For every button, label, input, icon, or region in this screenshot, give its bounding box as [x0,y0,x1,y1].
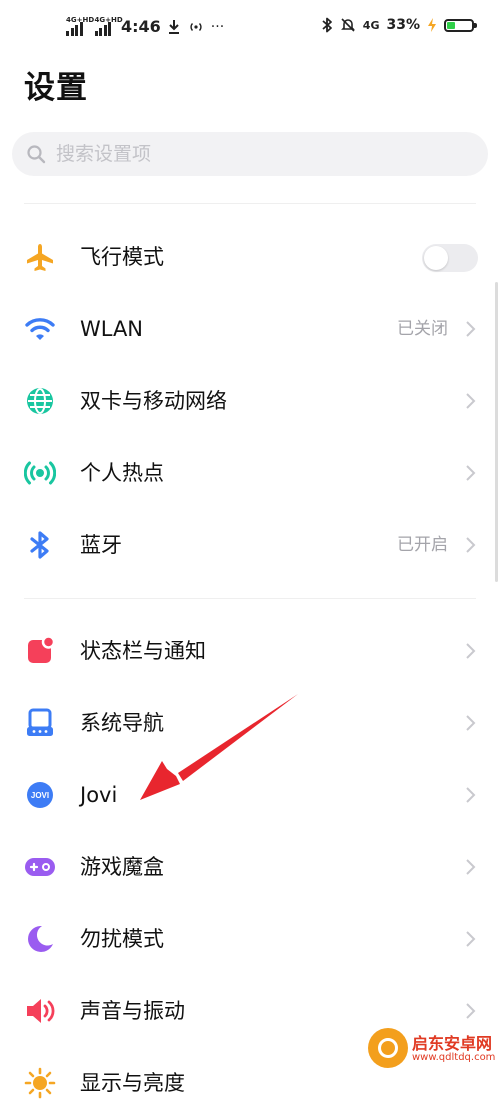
chevron-right-icon [466,465,476,481]
search-bar[interactable] [12,132,488,176]
jovi-icon: JOVI [24,779,56,811]
divider [24,203,476,204]
watermark-logo-icon [368,1028,408,1068]
bluetooth-icon [24,529,56,561]
row-label: 双卡与移动网络 [80,389,227,413]
sim1-tag: 4G+HD [66,15,95,24]
settings-row-do-not-disturb[interactable]: 勿扰模式 [0,903,500,975]
chevron-right-icon [466,859,476,875]
airplane-icon [24,241,56,273]
row-label: 飞行模式 [80,245,164,269]
notification-icon [24,635,56,667]
settings-row-wlan[interactable]: WLAN 已关闭 [0,293,500,365]
toggle-knob [424,246,448,270]
sim2-tag: 4G+HD [94,15,123,24]
settings-row-dual-sim[interactable]: 双卡与移动网络 [0,365,500,437]
more-status-icon: ··· [210,18,225,35]
row-label: 状态栏与通知 [80,639,206,663]
status-bar-right: 4G 33% [321,17,477,33]
status-bar: 4G+HD 4G+HD 4:46 ··· 4G 33% [0,0,500,56]
settings-row-bluetooth[interactable]: 蓝牙 已开启 [0,509,500,581]
gamepad-icon [24,851,56,883]
search-input[interactable] [56,132,456,176]
airplane-mode-toggle[interactable] [422,244,478,272]
charging-icon [428,18,436,32]
settings-row-airplane-mode[interactable]: 飞行模式 [0,221,500,293]
download-icon [168,19,179,34]
row-label: 显示与亮度 [80,1071,185,1095]
settings-row-hotspot[interactable]: 个人热点 [0,437,500,509]
mute-icon [340,18,355,32]
chevron-right-icon [466,537,476,553]
battery-percent: 33% [386,17,420,33]
chevron-right-icon [466,787,476,803]
hotspot-status-icon [190,22,202,31]
navigation-icon [24,707,56,739]
watermark-url: www.qdltdq.com [412,1052,496,1063]
row-label: 个人热点 [80,461,164,485]
network-type: 4G [362,18,380,32]
signal-icon: 4G+HD [66,16,94,36]
settings-row-system-navigation[interactable]: 系统导航 [0,687,500,759]
row-label: 蓝牙 [80,533,122,557]
sun-icon [24,1067,56,1099]
row-label: 游戏魔盒 [80,855,164,879]
wlan-status: 已关闭 [397,319,448,339]
search-icon [27,145,46,164]
bluetooth-status-icon [322,17,332,33]
chevron-right-icon [466,393,476,409]
row-label: WLAN [80,317,144,341]
row-label: Jovi [80,783,118,807]
wifi-icon [24,313,56,345]
chevron-right-icon [466,643,476,659]
divider [24,598,476,599]
chevron-right-icon [466,1003,476,1019]
bluetooth-status: 已开启 [397,535,448,555]
row-label: 声音与振动 [80,999,185,1023]
status-time: 4:46 [121,17,161,36]
settings-row-jovi[interactable]: JOVI Jovi [0,759,500,831]
chevron-right-icon [466,931,476,947]
chevron-right-icon [466,321,476,337]
settings-row-game-box[interactable]: 游戏魔盒 [0,831,500,903]
scrollbar[interactable] [495,282,498,582]
speaker-icon [24,995,56,1027]
globe-icon [24,385,56,417]
watermark: 启东安卓网 www.qdltdq.com [368,1024,496,1080]
page-title: 设置 [24,70,88,106]
settings-row-status-bar-notifications[interactable]: 状态栏与通知 [0,615,500,687]
moon-icon [24,923,56,955]
status-bar-left: 4G+HD 4G+HD 4:46 ··· [66,16,225,36]
watermark-name: 启东安卓网 [412,1034,493,1053]
hotspot-icon [24,457,56,489]
row-label: 系统导航 [80,711,164,735]
row-label: 勿扰模式 [80,927,164,951]
signal-icon: 4G+HD [94,16,123,36]
chevron-right-icon [466,715,476,731]
battery-icon [444,18,477,32]
jovi-icon-text: JOVI [31,791,49,800]
